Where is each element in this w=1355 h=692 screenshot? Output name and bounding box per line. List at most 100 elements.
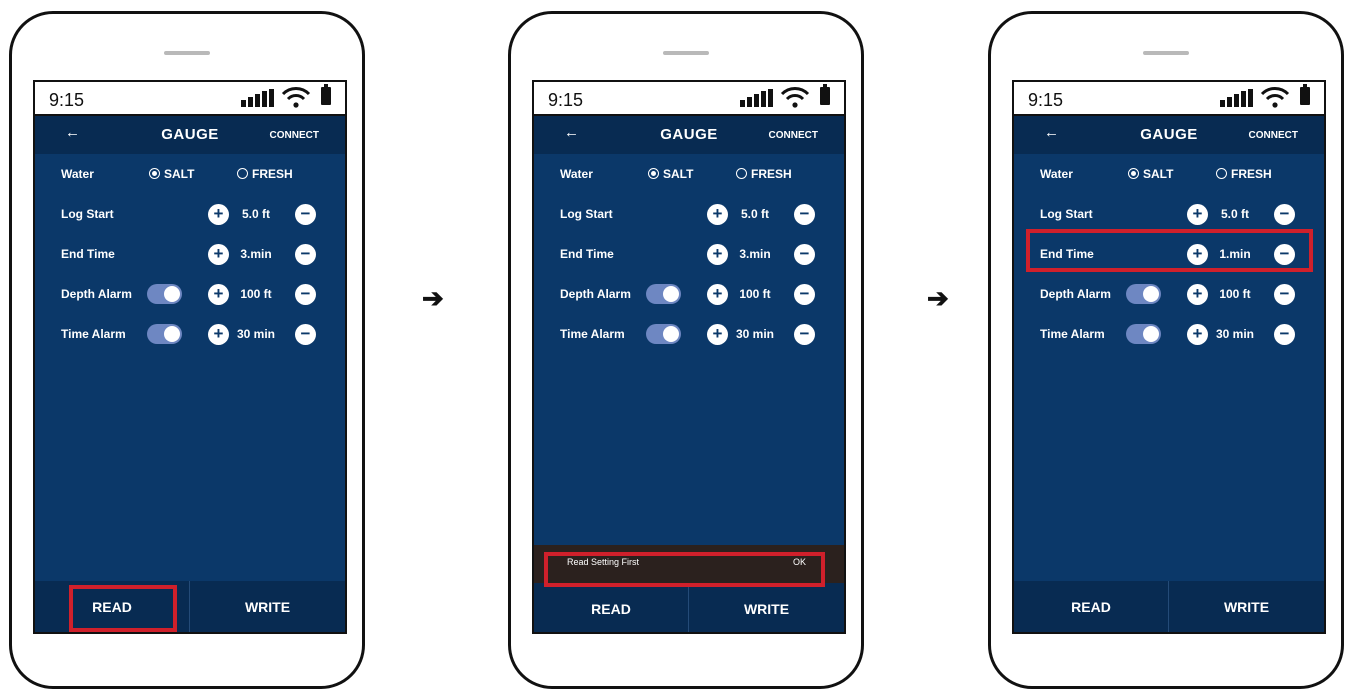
connect-button[interactable]: CONNECT bbox=[769, 130, 818, 141]
setting-value: 5.0 ft bbox=[1220, 207, 1249, 221]
setting-row-log-start: Log Start + 5.0 ft − bbox=[534, 202, 844, 226]
fresh-label: FRESH bbox=[751, 167, 792, 181]
connect-button[interactable]: CONNECT bbox=[270, 130, 319, 141]
radio-icon bbox=[1216, 168, 1227, 179]
salt-label: SALT bbox=[164, 167, 195, 181]
fresh-radio[interactable]: FRESH bbox=[1216, 167, 1272, 181]
setting-value: 100 ft bbox=[739, 287, 771, 301]
status-time: 9:15 bbox=[1028, 90, 1064, 110]
write-button[interactable]: WRITE bbox=[1169, 581, 1324, 632]
water-label: Water bbox=[560, 167, 593, 181]
read-button[interactable]: READ bbox=[534, 583, 689, 632]
setting-row-log-start: Log Start + 5.0 ft − bbox=[1014, 202, 1324, 226]
fresh-radio[interactable]: FRESH bbox=[736, 167, 792, 181]
setting-label: Log Start bbox=[1040, 207, 1093, 221]
minus-icon[interactable]: − bbox=[794, 204, 815, 225]
minus-icon[interactable]: − bbox=[295, 284, 316, 305]
minus-icon[interactable]: − bbox=[295, 204, 316, 225]
fresh-label: FRESH bbox=[252, 167, 293, 181]
salt-label: SALT bbox=[663, 167, 694, 181]
toggle-icon[interactable] bbox=[646, 324, 681, 344]
wifi-icon bbox=[1260, 87, 1290, 108]
bottom-bar: READ WRITE bbox=[1014, 581, 1324, 632]
minus-icon[interactable]: − bbox=[1274, 204, 1295, 225]
app-header: ← GAUGE CONNECT bbox=[534, 116, 844, 154]
toggle-icon[interactable] bbox=[1126, 324, 1161, 344]
minus-icon[interactable]: − bbox=[295, 324, 316, 345]
radio-icon bbox=[736, 168, 747, 179]
signal-icon bbox=[740, 89, 774, 107]
setting-label: End Time bbox=[560, 247, 614, 261]
setting-value: 3.min bbox=[739, 247, 771, 261]
battery-icon bbox=[1300, 84, 1310, 105]
radio-icon bbox=[149, 168, 160, 179]
setting-row-log-start: Log Start + 5.0 ft − bbox=[35, 202, 345, 226]
battery-icon bbox=[820, 84, 830, 105]
setting-value: 5.0 ft bbox=[740, 207, 769, 221]
setting-value: 100 ft bbox=[1219, 287, 1251, 301]
water-label: Water bbox=[1040, 167, 1073, 181]
speaker bbox=[1143, 51, 1189, 55]
setting-row-depth-alarm: Depth Alarm + 100 ft − bbox=[534, 282, 844, 306]
water-row: Water SALT FRESH bbox=[35, 162, 345, 186]
status-time: 9:15 bbox=[548, 90, 584, 110]
setting-label: Time Alarm bbox=[1040, 327, 1105, 341]
signal-icon bbox=[1220, 89, 1254, 107]
toggle-icon[interactable] bbox=[646, 284, 681, 304]
salt-radio[interactable]: SALT bbox=[149, 167, 194, 181]
minus-icon[interactable]: − bbox=[1274, 324, 1295, 345]
setting-label: Log Start bbox=[61, 207, 114, 221]
setting-row-depth-alarm: Depth Alarm + 100 ft − bbox=[1014, 282, 1324, 306]
minus-icon[interactable]: − bbox=[794, 244, 815, 265]
setting-row-time-alarm: Time Alarm + 30 min − bbox=[1014, 322, 1324, 346]
fresh-radio[interactable]: FRESH bbox=[237, 167, 293, 181]
setting-value: 30 min bbox=[735, 327, 774, 341]
water-label: Water bbox=[61, 167, 94, 181]
connect-button[interactable]: CONNECT bbox=[1249, 130, 1298, 141]
phone-3: 9:15 ← GAUGE CONNECT Water SALT FRESH Lo… bbox=[988, 11, 1344, 689]
setting-row-end-time: End Time + 3.min − bbox=[534, 242, 844, 266]
wifi-icon bbox=[281, 87, 311, 108]
setting-label: Depth Alarm bbox=[61, 287, 132, 301]
speaker bbox=[663, 51, 709, 55]
wifi-icon bbox=[780, 87, 810, 108]
app-screen: 9:15 ← GAUGE CONNECT Water SALT FRESH Lo… bbox=[33, 80, 347, 634]
setting-label: End Time bbox=[61, 247, 115, 261]
phone-1: 9:15 ← GAUGE CONNECT Water SALT FRESH Lo… bbox=[9, 11, 365, 689]
bottom-bar: READ WRITE bbox=[534, 583, 844, 632]
setting-value: 30 min bbox=[236, 327, 275, 341]
water-row: Water SALT FRESH bbox=[1014, 162, 1324, 186]
highlight-read-button bbox=[69, 585, 177, 632]
setting-row-time-alarm: Time Alarm + 30 min − bbox=[534, 322, 844, 346]
write-button[interactable]: WRITE bbox=[190, 581, 345, 632]
radio-icon bbox=[237, 168, 248, 179]
minus-icon[interactable]: − bbox=[1274, 284, 1295, 305]
app-screen: 9:15 ← GAUGE CONNECT Water SALT FRESH Lo… bbox=[532, 80, 846, 634]
setting-value: 3.min bbox=[240, 247, 272, 261]
signal-icon bbox=[241, 89, 275, 107]
minus-icon[interactable]: − bbox=[295, 244, 316, 265]
minus-icon[interactable]: − bbox=[794, 284, 815, 305]
read-button[interactable]: READ bbox=[1014, 581, 1169, 632]
battery-icon bbox=[321, 84, 331, 105]
setting-label: Depth Alarm bbox=[1040, 287, 1111, 301]
water-row: Water SALT FRESH bbox=[534, 162, 844, 186]
toggle-icon[interactable] bbox=[1126, 284, 1161, 304]
setting-label: Log Start bbox=[560, 207, 613, 221]
setting-value: 30 min bbox=[1215, 327, 1254, 341]
toggle-icon[interactable] bbox=[147, 284, 182, 304]
minus-icon[interactable]: − bbox=[794, 324, 815, 345]
radio-icon bbox=[648, 168, 659, 179]
status-bar: 9:15 bbox=[534, 82, 844, 116]
salt-radio[interactable]: SALT bbox=[1128, 167, 1173, 181]
setting-label: Time Alarm bbox=[560, 327, 625, 341]
write-button[interactable]: WRITE bbox=[689, 583, 844, 632]
app-header: ← GAUGE CONNECT bbox=[1014, 116, 1324, 154]
salt-radio[interactable]: SALT bbox=[648, 167, 693, 181]
setting-value: 5.0 ft bbox=[241, 207, 270, 221]
status-bar: 9:15 bbox=[1014, 82, 1324, 116]
setting-row-end-time: End Time + 3.min − bbox=[35, 242, 345, 266]
toggle-icon[interactable] bbox=[147, 324, 182, 344]
status-time: 9:15 bbox=[49, 90, 85, 110]
app-header: ← GAUGE CONNECT bbox=[35, 116, 345, 154]
